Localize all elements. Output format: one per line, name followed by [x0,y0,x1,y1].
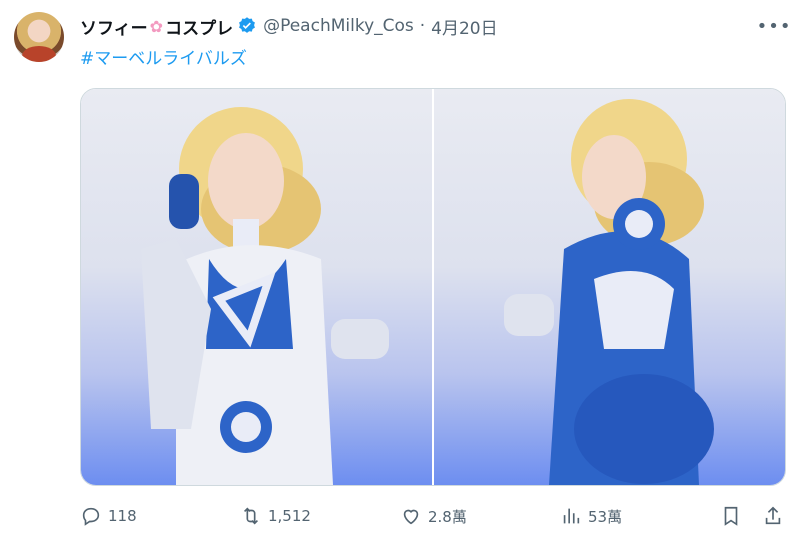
analytics-icon [563,508,580,524]
view-count: 53萬 [588,507,623,526]
tweet-header: ソフィー ✿ コスプレ @PeachMilky_Cos · 4月20日 [80,14,498,39]
like-button[interactable]: 2.8萬 [400,500,467,532]
more-icon[interactable]: ••• [757,14,791,38]
reply-icon [82,507,100,526]
profile-avatar[interactable] [14,12,64,62]
display-name[interactable]: ソフィー [80,14,148,39]
views-button[interactable]: 53萬 [560,500,622,532]
display-name-suffix[interactable]: コスプレ [165,14,233,39]
like-count: 2.8萬 [428,507,467,526]
share-button[interactable] [762,500,790,532]
meta-separator: · [419,16,426,36]
retweet-icon [243,507,259,525]
reply-count: 118 [108,507,137,525]
verified-badge-icon[interactable] [237,16,257,36]
cosplay-photo-back[interactable] [434,89,785,485]
bookmark-icon [724,506,738,526]
heart-icon [403,509,419,525]
cherry-blossom-icon: ✿ [149,16,164,36]
tweet-date[interactable]: 4月20日 [431,14,497,39]
reply-button[interactable]: 118 [80,500,137,532]
retweet-button[interactable]: 1,512 [240,500,311,532]
media-grid [80,88,786,486]
cosplay-photo-front[interactable] [81,89,432,485]
retweet-count: 1,512 [268,507,311,525]
share-icon [765,506,781,525]
hashtag-link[interactable]: #マーベルライバルズ [80,44,247,69]
user-handle[interactable]: @PeachMilky_Cos [263,16,414,36]
bookmark-button[interactable] [720,500,748,532]
action-bar: 118 1,512 2.8萬 53萬 [80,500,786,532]
